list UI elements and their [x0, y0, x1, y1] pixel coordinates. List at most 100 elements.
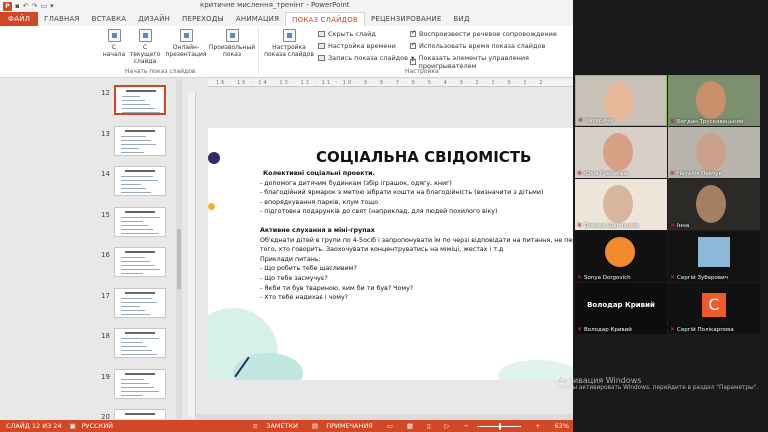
checkbox-checked-icon — [410, 29, 416, 37]
comments-button[interactable]: ▤ ПРИМЕЧАНИЯ — [312, 422, 373, 430]
present-icon[interactable]: ▭ — [41, 2, 48, 10]
slide-preview[interactable] — [114, 125, 166, 156]
custom-show-icon — [225, 29, 239, 42]
slide-thumbnail[interactable]: 12 — [0, 83, 178, 117]
tab-review[interactable]: РЕЦЕНЗИРОВАНИЕ — [365, 12, 448, 26]
participant-tile[interactable]: ✕ Юлія Гребенюк — [575, 127, 667, 178]
record-show-button[interactable]: Запись показа слайдов▾ — [318, 54, 414, 62]
zoom-out-icon[interactable]: − — [464, 422, 469, 430]
language-indicator[interactable]: РУССКИЙ — [82, 422, 113, 430]
slide-preview[interactable] — [114, 368, 166, 399]
slide-thumbnail[interactable]: 17 — [0, 286, 178, 320]
slide-text-line: - впорядкування парків, клум тощо — [260, 198, 379, 206]
from-current-button[interactable]: С текущего слайда — [127, 29, 163, 65]
slide-thumbnail[interactable]: 14 — [0, 164, 178, 198]
participant-video — [603, 185, 633, 223]
rehearse-timings-button[interactable]: Настройка времени — [318, 42, 396, 50]
tab-file[interactable]: ФАЙЛ — [0, 12, 39, 26]
participant-video — [696, 133, 726, 171]
participant-name: ✕ Наталія Левчук — [670, 170, 722, 177]
group-label-start: Начать показ слайдов — [125, 68, 196, 75]
participant-name: ✕ Sonya Dorgovich — [577, 274, 631, 281]
notes-button[interactable]: ≡ ЗАМЕТКИ — [253, 422, 298, 430]
setup-show-button[interactable]: Настройка показа слайдов — [262, 29, 316, 58]
zoom-in-icon[interactable]: + — [535, 422, 540, 430]
slide-canvas[interactable]: СОЦІАЛЬНА СВІДОМІСТЬ Колективні соціальн… — [208, 128, 573, 380]
slide-text-line: Активне слухання в міні-групах — [260, 226, 375, 234]
mic-muted-icon: ✕ — [577, 170, 583, 177]
thumbnail-scrollbar[interactable] — [176, 79, 182, 419]
ribbon-tabs: ФАЙЛ ГЛАВНАЯ ВСТАВКА ДИЗАЙН ПЕРЕХОДЫ АНИ… — [0, 12, 573, 26]
zoom-slider[interactable] — [477, 422, 522, 430]
window-title: критичне мислення_тренінг - PowerPoint — [200, 1, 350, 9]
slide-preview[interactable] — [114, 85, 166, 115]
slide-thumbnail-pane: 12 13 14 15 16 17 18 19 20 — [0, 79, 178, 419]
slide-thumbnail[interactable]: 19 — [0, 367, 178, 401]
customize-icon[interactable]: ▾ — [50, 2, 54, 10]
slide-text-line: - Якби ти був твариною, ким би ти був? Ч… — [260, 284, 414, 292]
slide-number: 16 — [101, 251, 110, 259]
participant-video — [604, 82, 634, 120]
slide-title[interactable]: СОЦІАЛЬНА СВІДОМІСТЬ — [316, 148, 531, 166]
participant-avatar — [698, 237, 730, 267]
slide-preview[interactable] — [114, 247, 166, 277]
participant-tile[interactable]: ✕ Богдан Трускавецький — [668, 75, 760, 126]
zoom-level[interactable]: 63% — [555, 422, 569, 430]
status-bar: СЛАЙД 12 ИЗ 24 ▣ РУССКИЙ ≡ ЗАМЕТКИ ▤ ПРИ… — [0, 420, 573, 432]
slide-thumbnail[interactable]: 18 — [0, 326, 178, 360]
tab-slide-show[interactable]: ПОКАЗ СЛАЙДОВ — [285, 12, 365, 26]
slide-thumbnail[interactable]: 16 — [0, 245, 178, 279]
hide-slide-icon — [318, 31, 325, 37]
hide-slide-button[interactable]: Скрыть слайд — [318, 30, 376, 38]
slide-number: 15 — [101, 210, 110, 219]
participant-tile[interactable]: С ✕ Сергій Полікарпова — [668, 283, 760, 334]
slideshow-view-icon[interactable]: ▷ — [445, 422, 450, 430]
mic-muted-icon: ✕ — [578, 117, 584, 124]
mic-muted-icon: ✕ — [670, 222, 676, 229]
slide-preview[interactable] — [114, 166, 166, 196]
participant-tile[interactable]: ✕ Sonya Dorgovich — [575, 231, 667, 282]
save-icon[interactable]: ▪ — [15, 2, 20, 10]
tab-insert[interactable]: ВСТАВКА — [86, 12, 133, 26]
mic-muted-icon: ✕ — [577, 274, 583, 281]
participant-tile[interactable]: Володар Кривий ✕ Володар Кривий — [575, 283, 667, 334]
slide-preview[interactable] — [114, 328, 166, 358]
custom-show-button[interactable]: Произвольный показ — [208, 29, 256, 58]
undo-icon[interactable]: ↶ — [23, 2, 29, 10]
play-narrations-checkbox[interactable]: Воспроизвести речевое сопровождение — [410, 29, 557, 38]
slide-body[interactable]: Колективні соціальні проекти. - допомога … — [260, 169, 573, 303]
reading-view-icon[interactable]: ▯ — [427, 422, 431, 430]
slide-thumbnail[interactable]: 13 — [0, 124, 178, 158]
checkbox-checked-icon — [410, 41, 416, 49]
timer-icon — [318, 43, 325, 49]
slide-thumbnail[interactable]: 15 — [0, 205, 178, 239]
participant-tile[interactable]: ✕ Катерина — [575, 75, 667, 126]
spellcheck-icon[interactable]: ▣ — [70, 422, 76, 430]
slide-number: 13 — [101, 129, 110, 138]
tab-design[interactable]: ДИЗАЙН — [132, 12, 176, 26]
from-beginning-button[interactable]: С начала — [100, 29, 128, 58]
tab-view[interactable]: ВИД — [448, 12, 476, 26]
tab-home[interactable]: ГЛАВНАЯ — [38, 12, 85, 26]
powerpoint-window: P ▪ ↶ ↷ ▭ ▾ критичне мислення_тренінг - … — [0, 0, 573, 432]
slide-thumbnail[interactable]: 20 — [0, 407, 178, 419]
tab-animations[interactable]: АНИМАЦИЯ — [230, 12, 285, 26]
participant-tile[interactable]: ✕ Сергій Зубарович — [668, 231, 760, 282]
slide-preview[interactable] — [114, 206, 166, 237]
use-timings-checkbox[interactable]: Использовать время показа слайдов — [410, 41, 545, 50]
participant-tile[interactable]: ✕ Оленка Шапошник — [575, 179, 667, 230]
redo-icon[interactable]: ↷ — [32, 2, 38, 10]
sorter-view-icon[interactable]: ▦ — [407, 422, 413, 430]
participant-tile[interactable]: ✕ Інна — [668, 179, 760, 230]
online-presentation-button[interactable]: Онлайн- презентация — [163, 29, 209, 58]
mic-muted-icon: ✕ — [670, 326, 676, 333]
participant-video — [696, 81, 726, 119]
tab-transitions[interactable]: ПЕРЕХОДЫ — [176, 12, 230, 26]
slide-preview[interactable] — [114, 409, 166, 419]
participant-tile[interactable]: ✕ Наталія Левчук — [668, 127, 760, 178]
slide-preview[interactable] — [114, 287, 166, 318]
slide-text-line: Об'єднати дітей в групи по 4-5осіб і зап… — [260, 236, 573, 244]
participant-name: ✕ Інна — [670, 222, 690, 229]
vertical-ruler — [188, 92, 196, 417]
normal-view-icon[interactable]: ▭ — [387, 422, 393, 430]
